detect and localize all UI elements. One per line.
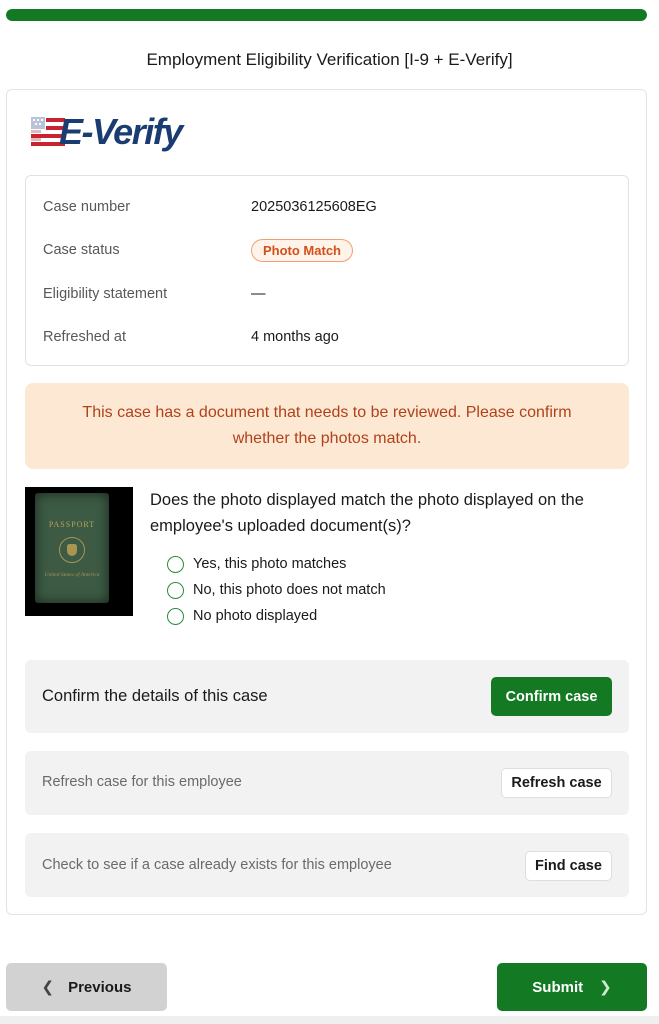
photo-match-question: Does the photo displayed match the photo…: [150, 491, 584, 535]
refresh-panel: Refresh case for this employee Refresh c…: [25, 751, 629, 815]
case-status-label: Case status: [43, 242, 120, 258]
passport-title: PASSPORT: [48, 520, 96, 529]
eligibility-row: Eligibility statement —: [43, 281, 613, 307]
previous-button[interactable]: ❮ Previous: [6, 963, 167, 1011]
chevron-right-icon: ❯: [599, 979, 612, 996]
refresh-panel-text: Refresh case for this employee: [42, 774, 242, 790]
submit-label: Submit: [532, 978, 584, 996]
radio-no[interactable]: [167, 581, 184, 599]
radio-no-photo[interactable]: [167, 607, 184, 625]
bottom-strip: [0, 1016, 659, 1024]
refreshed-row: Refreshed at 4 months ago: [43, 324, 613, 350]
option-no-label: No, this photo does not match: [193, 582, 386, 598]
case-card: E-Verify Case number 2025036125608EG Cas…: [6, 89, 647, 915]
previous-label: Previous: [68, 978, 132, 996]
radio-yes[interactable]: [167, 555, 184, 573]
case-number-value: 2025036125608EG: [251, 199, 377, 215]
case-number-row: Case number 2025036125608EG: [43, 194, 613, 220]
option-no-photo[interactable]: No photo displayed: [167, 605, 317, 627]
option-no-photo-label: No photo displayed: [193, 608, 318, 624]
eagle-seal-icon: [59, 537, 85, 563]
case-details: Case number 2025036125608EG Case status …: [25, 175, 629, 366]
case-number-label: Case number: [43, 199, 131, 215]
status-badge: Photo Match: [251, 238, 353, 262]
progress-bar: [6, 9, 647, 21]
confirm-panel-text: Confirm the details of this case: [42, 687, 268, 705]
page-title: Employment Eligibility Verification [I-9…: [146, 50, 513, 69]
find-case-button[interactable]: Find case: [525, 851, 612, 881]
eligibility-label: Eligibility statement: [43, 286, 168, 302]
passport-subtitle: United States of America: [44, 572, 100, 578]
refreshed-value: 4 months ago: [251, 329, 339, 345]
logo-text: E-Verify: [59, 111, 183, 152]
refreshed-label: Refreshed at: [43, 329, 127, 345]
eligibility-value: —: [251, 286, 266, 302]
submit-button[interactable]: Submit ❯: [497, 963, 647, 1011]
option-no-match[interactable]: No, this photo does not match: [167, 579, 386, 601]
chevron-left-icon: ❮: [41, 979, 55, 996]
passport-photo[interactable]: PASSPORT United States of America: [25, 487, 133, 616]
confirm-panel: Confirm the details of this case Confirm…: [25, 660, 629, 733]
find-panel-text: Check to see if a case already exists fo…: [42, 857, 392, 873]
option-yes-label: Yes, this photo matches: [193, 556, 347, 572]
progress-fill: [6, 9, 647, 21]
passport-cover: PASSPORT United States of America: [35, 493, 109, 603]
confirm-case-button[interactable]: Confirm case: [491, 677, 612, 716]
review-alert: This case has a document that needs to b…: [25, 383, 629, 469]
option-yes-match[interactable]: Yes, this photo matches: [167, 553, 346, 575]
refresh-case-button[interactable]: Refresh case: [501, 768, 612, 798]
find-panel: Check to see if a case already exists fo…: [25, 833, 629, 897]
case-status-row: Case status Photo Match: [43, 237, 613, 263]
everify-logo: E-Verify: [29, 112, 189, 152]
